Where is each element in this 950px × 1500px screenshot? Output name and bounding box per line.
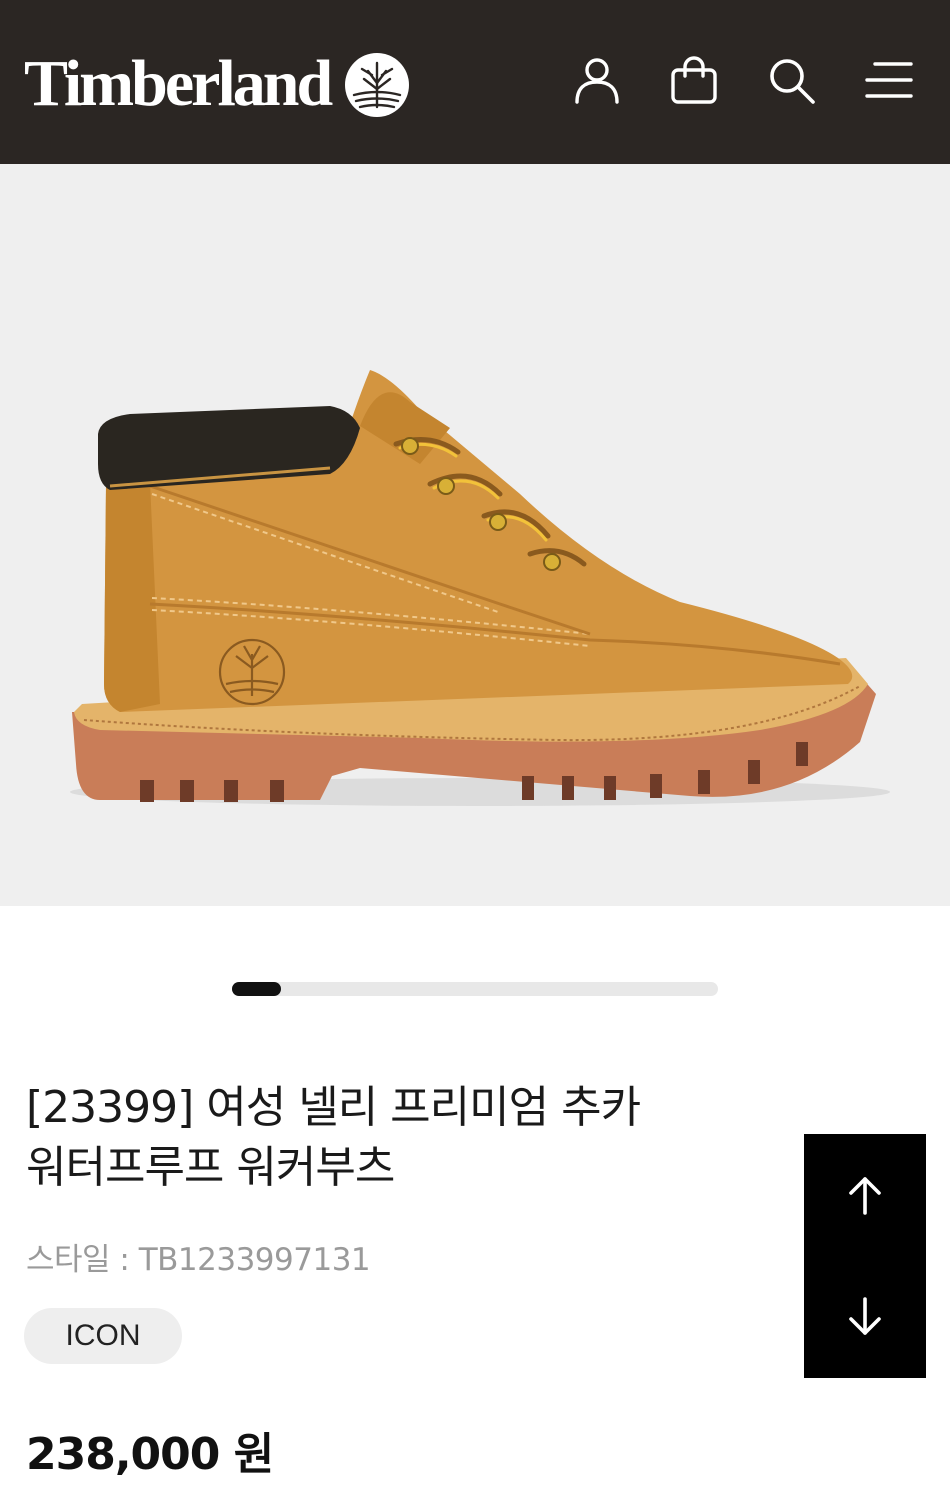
scroll-navigation: [804, 1134, 926, 1378]
gallery-progress-indicator: [232, 982, 281, 996]
scroll-up-button[interactable]: [804, 1134, 926, 1256]
product-style-code: 스타일 : TB1233997131: [26, 1242, 371, 1278]
tree-logo-icon: [345, 53, 410, 117]
arrow-up-icon: [849, 1177, 881, 1215]
search-icon[interactable]: [763, 52, 819, 108]
scroll-down-button[interactable]: [804, 1256, 926, 1378]
product-image-gallery[interactable]: [0, 164, 950, 906]
product-price: 238,000 원: [26, 1429, 274, 1480]
brand-logo[interactable]: Timberland: [24, 44, 412, 124]
product-title-line-2: 워터프루프 워커부츠: [26, 1142, 395, 1193]
cart-icon[interactable]: [666, 52, 722, 108]
product-collection-badge: ICON: [24, 1308, 182, 1364]
gallery-progress-bar[interactable]: [232, 982, 718, 996]
account-icon[interactable]: [569, 52, 625, 108]
arrow-down-icon: [849, 1297, 881, 1335]
product-title-line-1: [23399] 여성 넬리 프리미엄 추카: [26, 1082, 641, 1133]
brand-wordmark: Timberland: [24, 47, 333, 120]
menu-icon[interactable]: [861, 52, 917, 108]
product-image: [70, 370, 890, 806]
top-navigation-bar: Timberland: [0, 0, 950, 164]
product-title: [23399] 여성 넬리 프리미엄 추카 워터프루프 워커부츠: [26, 1078, 766, 1198]
